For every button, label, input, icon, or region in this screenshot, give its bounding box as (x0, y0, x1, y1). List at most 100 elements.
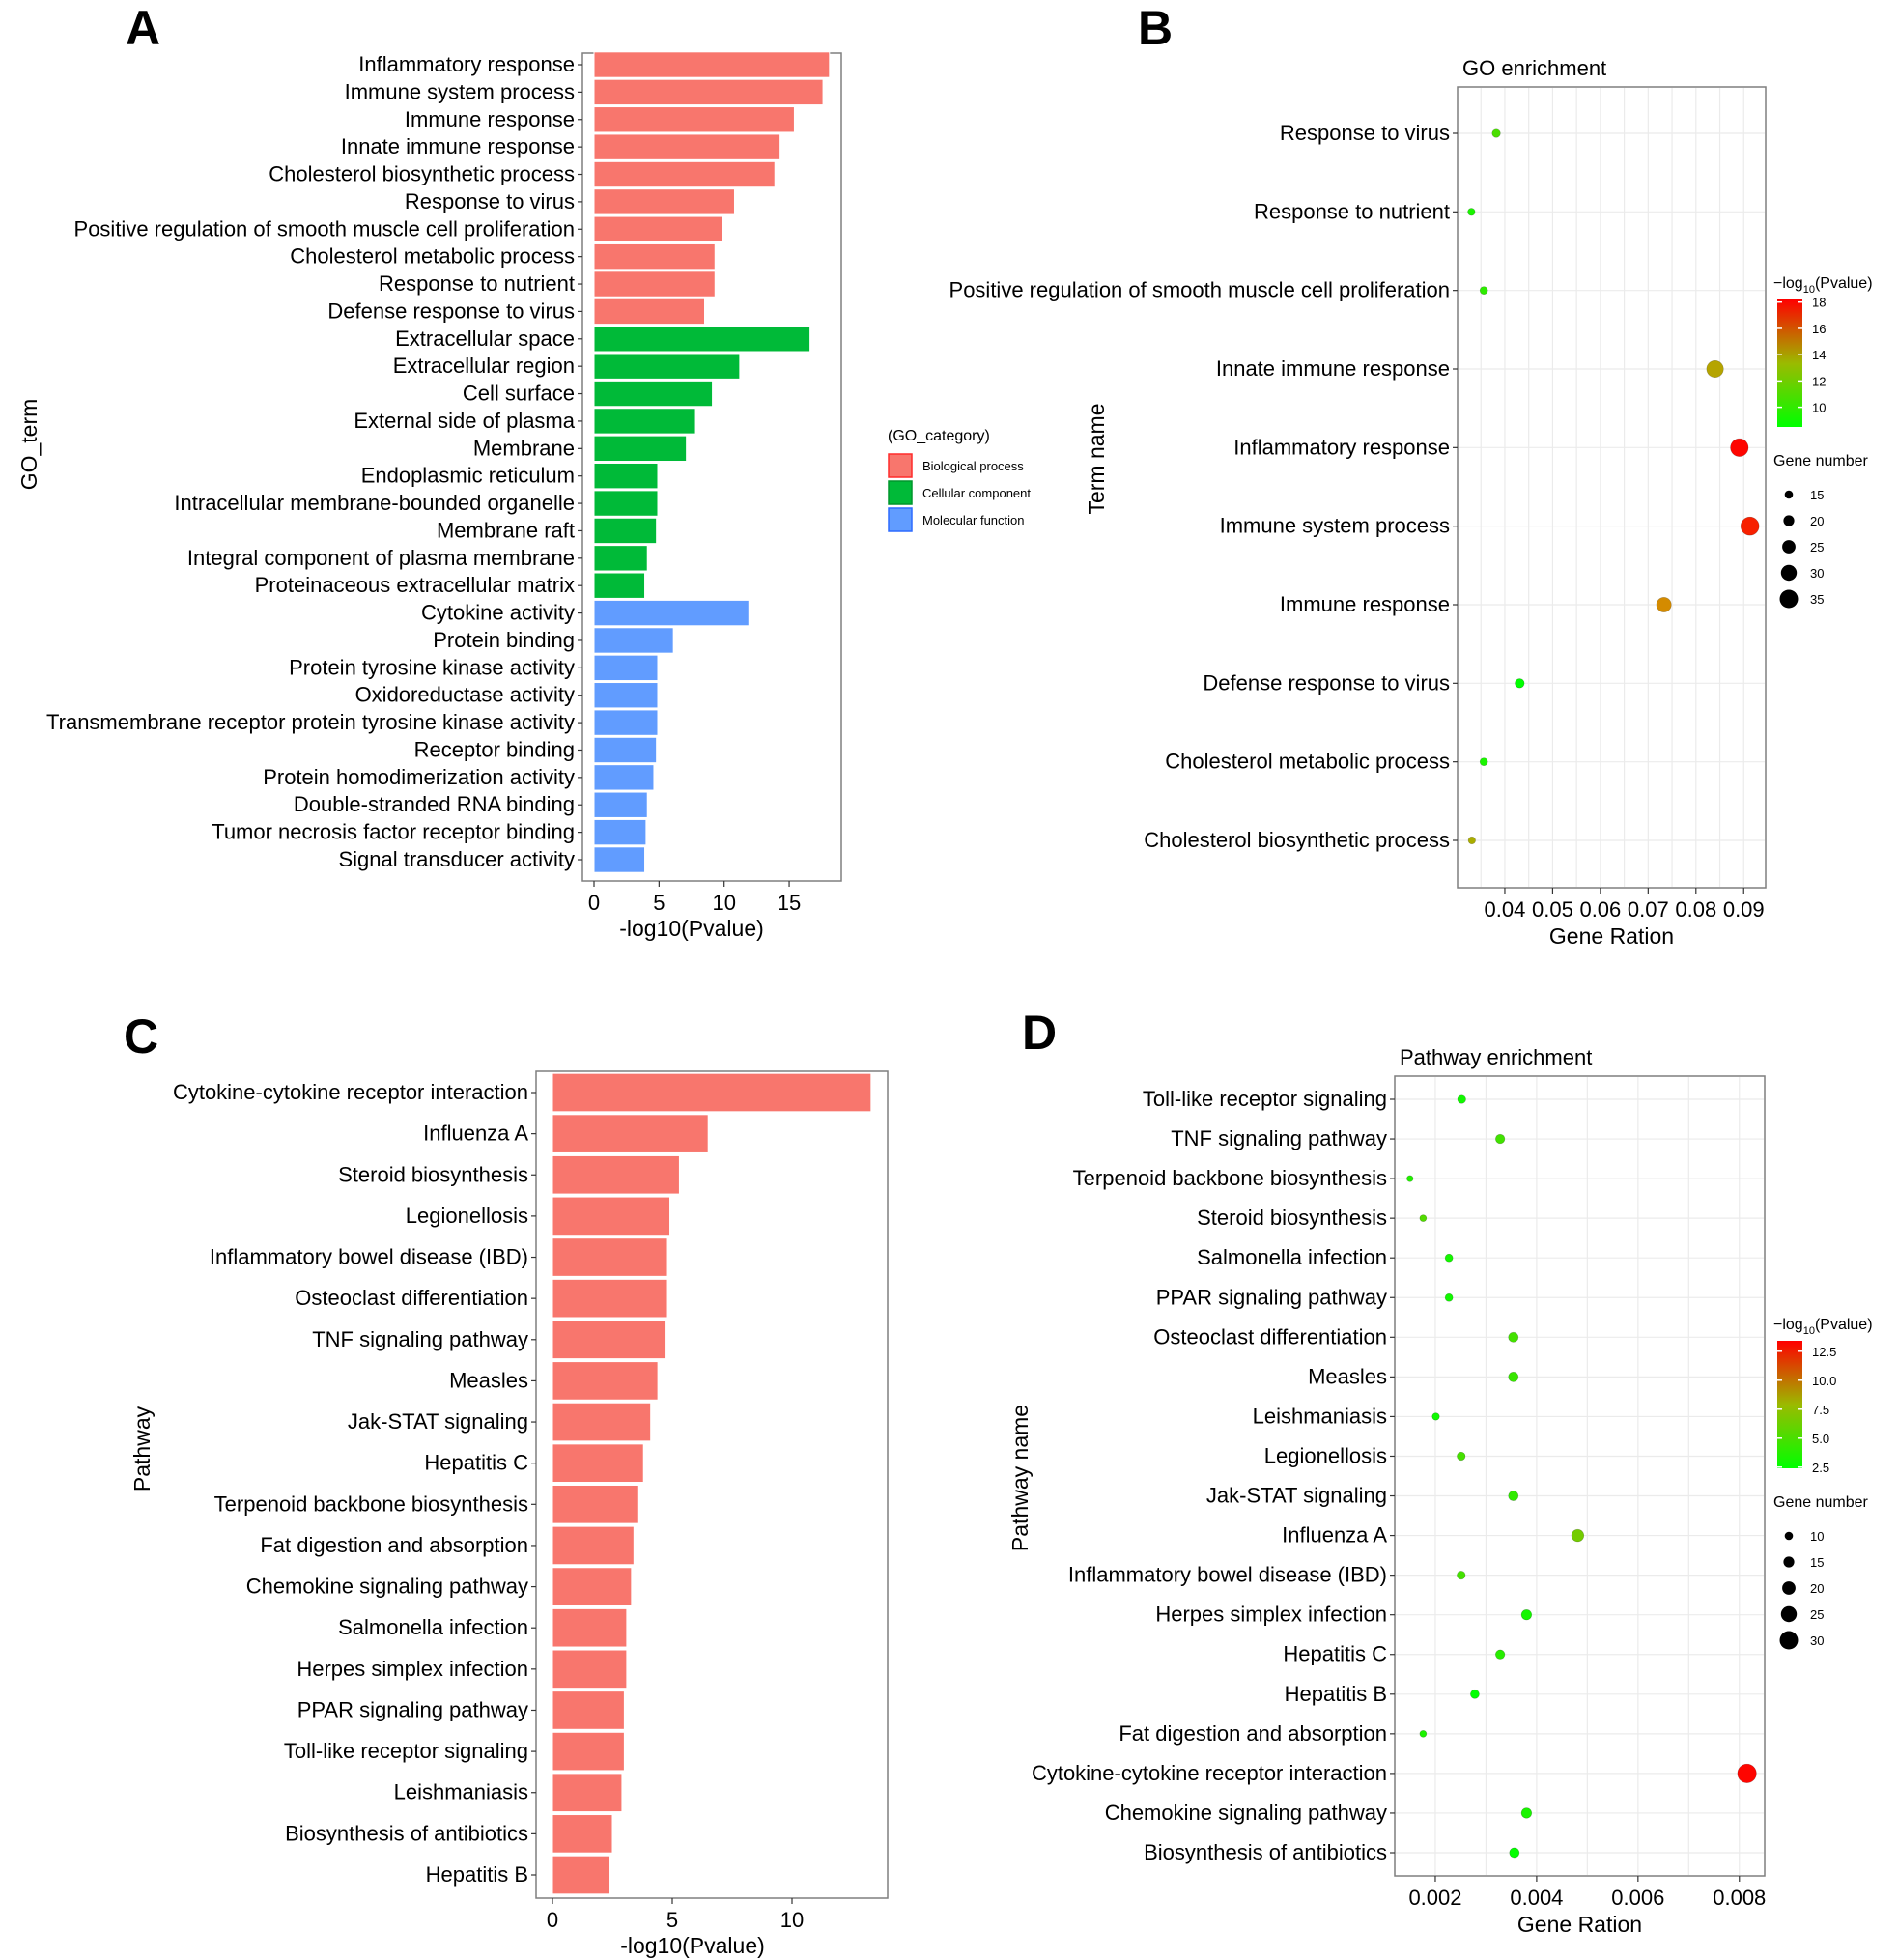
y-tick-label: Signal transducer activity (338, 847, 575, 871)
y-tick-label: Oxidoreductase activity (355, 683, 575, 707)
panel-a-go-bar-chart: Inflammatory response Immune system proce… (16, 51, 1031, 941)
y-tick-label: Response to virus (405, 189, 575, 213)
y-tick-label: Influenza A (1282, 1523, 1387, 1548)
y-tick-label: Biosynthesis of antibiotics (285, 1821, 528, 1845)
colorbar-tick-label: 12 (1812, 374, 1826, 388)
y-tick-label: Jak-STAT signaling (1206, 1484, 1387, 1508)
data-point (1419, 1730, 1428, 1738)
size-legend-label: 20 (1810, 514, 1824, 528)
y-axis-title: GO_term (16, 399, 42, 491)
bar (552, 1567, 633, 1606)
y-tick-label: Steroid biosynthesis (1197, 1206, 1387, 1230)
y-tick-label: Toll-like receptor signaling (1143, 1087, 1387, 1111)
bar (552, 1484, 639, 1524)
legend-title: Gene number (1773, 1494, 1869, 1511)
legend-go-category: (GO_category) Biological process Cellular … (888, 428, 1031, 532)
y-tick-label: Toll-like receptor signaling (284, 1739, 528, 1763)
panel-label-d: D (1022, 1006, 1057, 1060)
data-point (1515, 678, 1525, 689)
y-tick-label: Inflammatory bowel disease (IBD) (210, 1245, 528, 1269)
y-tick-label: Herpes simplex infection (297, 1657, 528, 1681)
bar (552, 1773, 623, 1813)
bar (593, 298, 705, 326)
y-tick-label: Integral component of plasma membrane (187, 546, 575, 570)
data-point (1479, 286, 1488, 296)
y-tick-label: Intracellular membrane-bounded organelle (174, 491, 575, 515)
legend-title-subscript: 10 (1803, 1325, 1815, 1337)
x-axis-title: Gene Ration (1517, 1912, 1642, 1937)
size-legend-dot (1783, 1556, 1795, 1568)
y-tick-label: Endoplasmic reticulum (361, 464, 575, 488)
bar (593, 818, 647, 846)
y-tick-label: Steroid biosynthesis (338, 1162, 528, 1186)
bar (593, 51, 831, 78)
data-point (1457, 1451, 1466, 1462)
y-tick-label: Cytokine-cytokine receptor interaction (1032, 1761, 1387, 1785)
bar (552, 1114, 709, 1153)
y-tick-label: Protein homodimerization activity (263, 765, 575, 789)
y-tick-label: Hepatitis C (424, 1451, 528, 1475)
y-tick-label: Innate immune response (1216, 356, 1450, 381)
size-legend-dot (1784, 1531, 1794, 1541)
bar (552, 1649, 628, 1690)
bar (593, 435, 688, 463)
bar (593, 682, 659, 709)
bar (552, 1443, 644, 1484)
size-legend-label: 25 (1810, 1607, 1824, 1622)
y-tick-label: Proteinaceous extracellular matrix (255, 573, 575, 597)
data-point (1431, 1412, 1440, 1421)
legend-swatch (888, 480, 913, 505)
y-tick-label: Cholesterol metabolic process (1165, 750, 1450, 774)
size-legend-label: 15 (1810, 1555, 1824, 1570)
y-tick-label: Biosynthesis of antibiotics (1144, 1840, 1387, 1864)
bar (593, 78, 824, 106)
y-tick-label: Cholesterol biosynthetic process (269, 162, 575, 186)
size-legend-dot (1784, 490, 1794, 499)
y-tick-label: Cholesterol metabolic process (290, 244, 575, 269)
figure: A B C D Inflammatory response Immune syst… (16, 1, 1873, 1958)
y-tick-label: Salmonella infection (1197, 1245, 1387, 1269)
data-point (1470, 1689, 1480, 1699)
legend-pvalue-colorbar: −log10(Pvalue)1816141210 (1773, 275, 1873, 427)
colorbar-tick-label: 12.5 (1812, 1345, 1836, 1359)
bar (552, 1731, 625, 1772)
bar (593, 791, 648, 818)
bar (552, 1320, 666, 1360)
x-tick-label: 5 (653, 891, 665, 915)
x-tick-label: 0 (547, 1908, 558, 1932)
y-tick-label: Hepatitis C (1283, 1642, 1387, 1666)
y-tick-label: Legionellosis (1264, 1443, 1387, 1467)
y-axis-title: Pathway (129, 1406, 155, 1491)
panel-label-b: B (1138, 1, 1173, 55)
bar (593, 133, 781, 160)
legend-title-prefix: −log (1773, 275, 1803, 292)
y-tick-label: Inflammatory bowel disease (IBD) (1068, 1563, 1387, 1587)
legend-label: Cellular component (922, 486, 1031, 500)
bar (552, 1525, 635, 1566)
x-tick-label: 0.08 (1675, 897, 1716, 922)
y-tick-label: Measles (449, 1368, 528, 1392)
plot-title: GO enrichment (1462, 56, 1606, 80)
size-legend-label: 35 (1810, 592, 1824, 607)
data-point (1419, 1214, 1428, 1222)
size-legend-dot (1782, 1581, 1796, 1595)
y-tick-label: Immune response (1280, 592, 1450, 616)
y-tick-label: Fat digestion and absorption (1119, 1721, 1387, 1746)
x-tick-label: 15 (778, 891, 801, 915)
y-tick-label: Defense response to virus (327, 298, 575, 323)
colorbar-tick-label: 16 (1812, 322, 1826, 336)
y-tick-label: Osteoclast differentiation (295, 1286, 528, 1310)
data-point (1706, 359, 1724, 379)
y-tick-label: Leishmaniasis (394, 1780, 528, 1804)
legend-label: Molecular function (922, 513, 1025, 527)
x-tick-label: 0.06 (1579, 897, 1621, 922)
data-point (1495, 1133, 1506, 1145)
y-tick-label: Immune system process (345, 79, 575, 103)
data-point (1509, 1847, 1520, 1859)
data-point (1508, 1331, 1519, 1343)
bar (593, 408, 696, 435)
data-point (1479, 757, 1488, 767)
x-tick-label: 0 (588, 891, 600, 915)
bar (593, 599, 750, 627)
x-tick-label: 0.002 (1408, 1886, 1461, 1910)
